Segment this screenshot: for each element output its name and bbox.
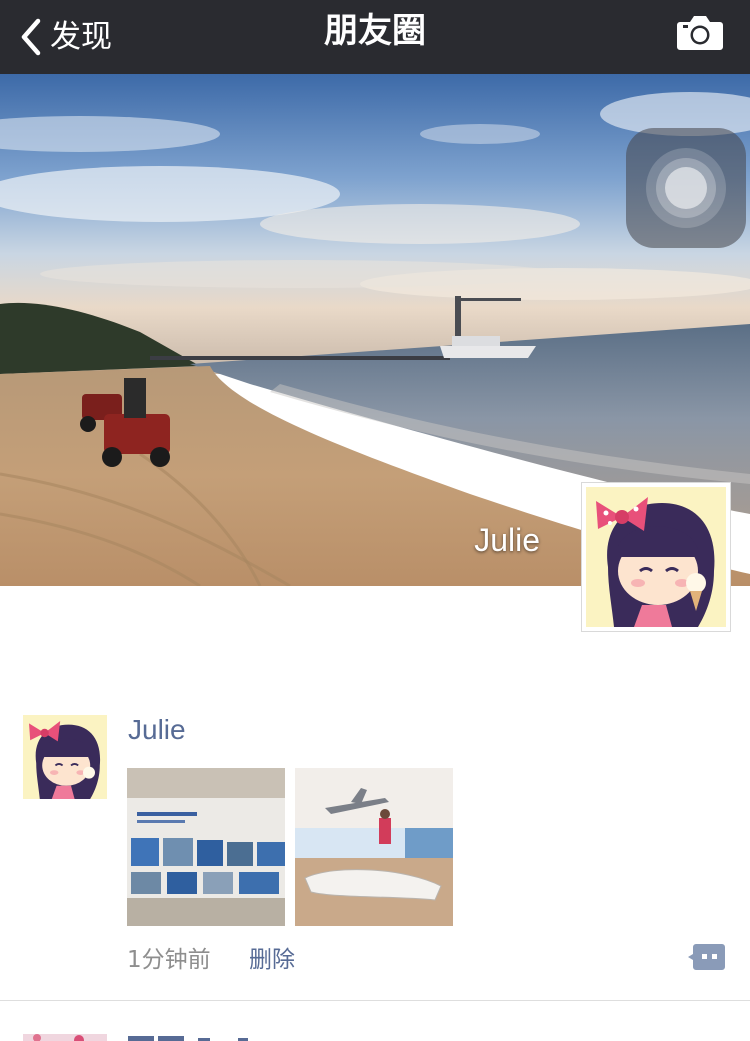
next-post-author-name[interactable]	[128, 1027, 328, 1041]
comment-dots-icon	[688, 944, 725, 970]
back-button[interactable]: 发现	[18, 12, 112, 62]
airplane-display-image	[295, 768, 453, 926]
post-photo-1[interactable]	[127, 768, 285, 926]
post-photo-2[interactable]	[295, 768, 453, 926]
comment-action-button[interactable]	[688, 942, 726, 972]
page-title: 朋友圈	[324, 11, 426, 51]
cropped-name-glyphs	[128, 1036, 248, 1041]
chevron-left-icon	[21, 18, 41, 56]
poster-wall-image	[127, 768, 285, 926]
profile-avatar[interactable]	[581, 482, 731, 632]
post-timestamp: 1分钟前	[127, 947, 211, 973]
camera-icon	[677, 16, 723, 50]
post-author-avatar[interactable]	[23, 715, 107, 799]
back-label: 发现	[50, 19, 112, 55]
post-author-name[interactable]: Julie	[128, 714, 186, 746]
assistive-touch-button[interactable]	[626, 128, 746, 248]
cartoon-girl-avatar-image	[586, 487, 726, 627]
assistive-touch-ring-inner	[665, 167, 707, 209]
cartoon-girl-avatar-image	[23, 715, 107, 799]
delete-post-button[interactable]: 删除	[249, 940, 295, 974]
navigation-bar: 发现 朋友圈	[0, 0, 750, 74]
profile-name[interactable]: Julie	[380, 522, 540, 559]
next-post-avatar[interactable]	[23, 1030, 107, 1041]
camera-button[interactable]	[676, 12, 724, 52]
post-divider	[0, 1000, 750, 1001]
moments-page: 发现 朋友圈 Julie Julie 1分钟前 删除	[0, 0, 750, 1041]
next-avatar-image	[23, 1034, 107, 1041]
